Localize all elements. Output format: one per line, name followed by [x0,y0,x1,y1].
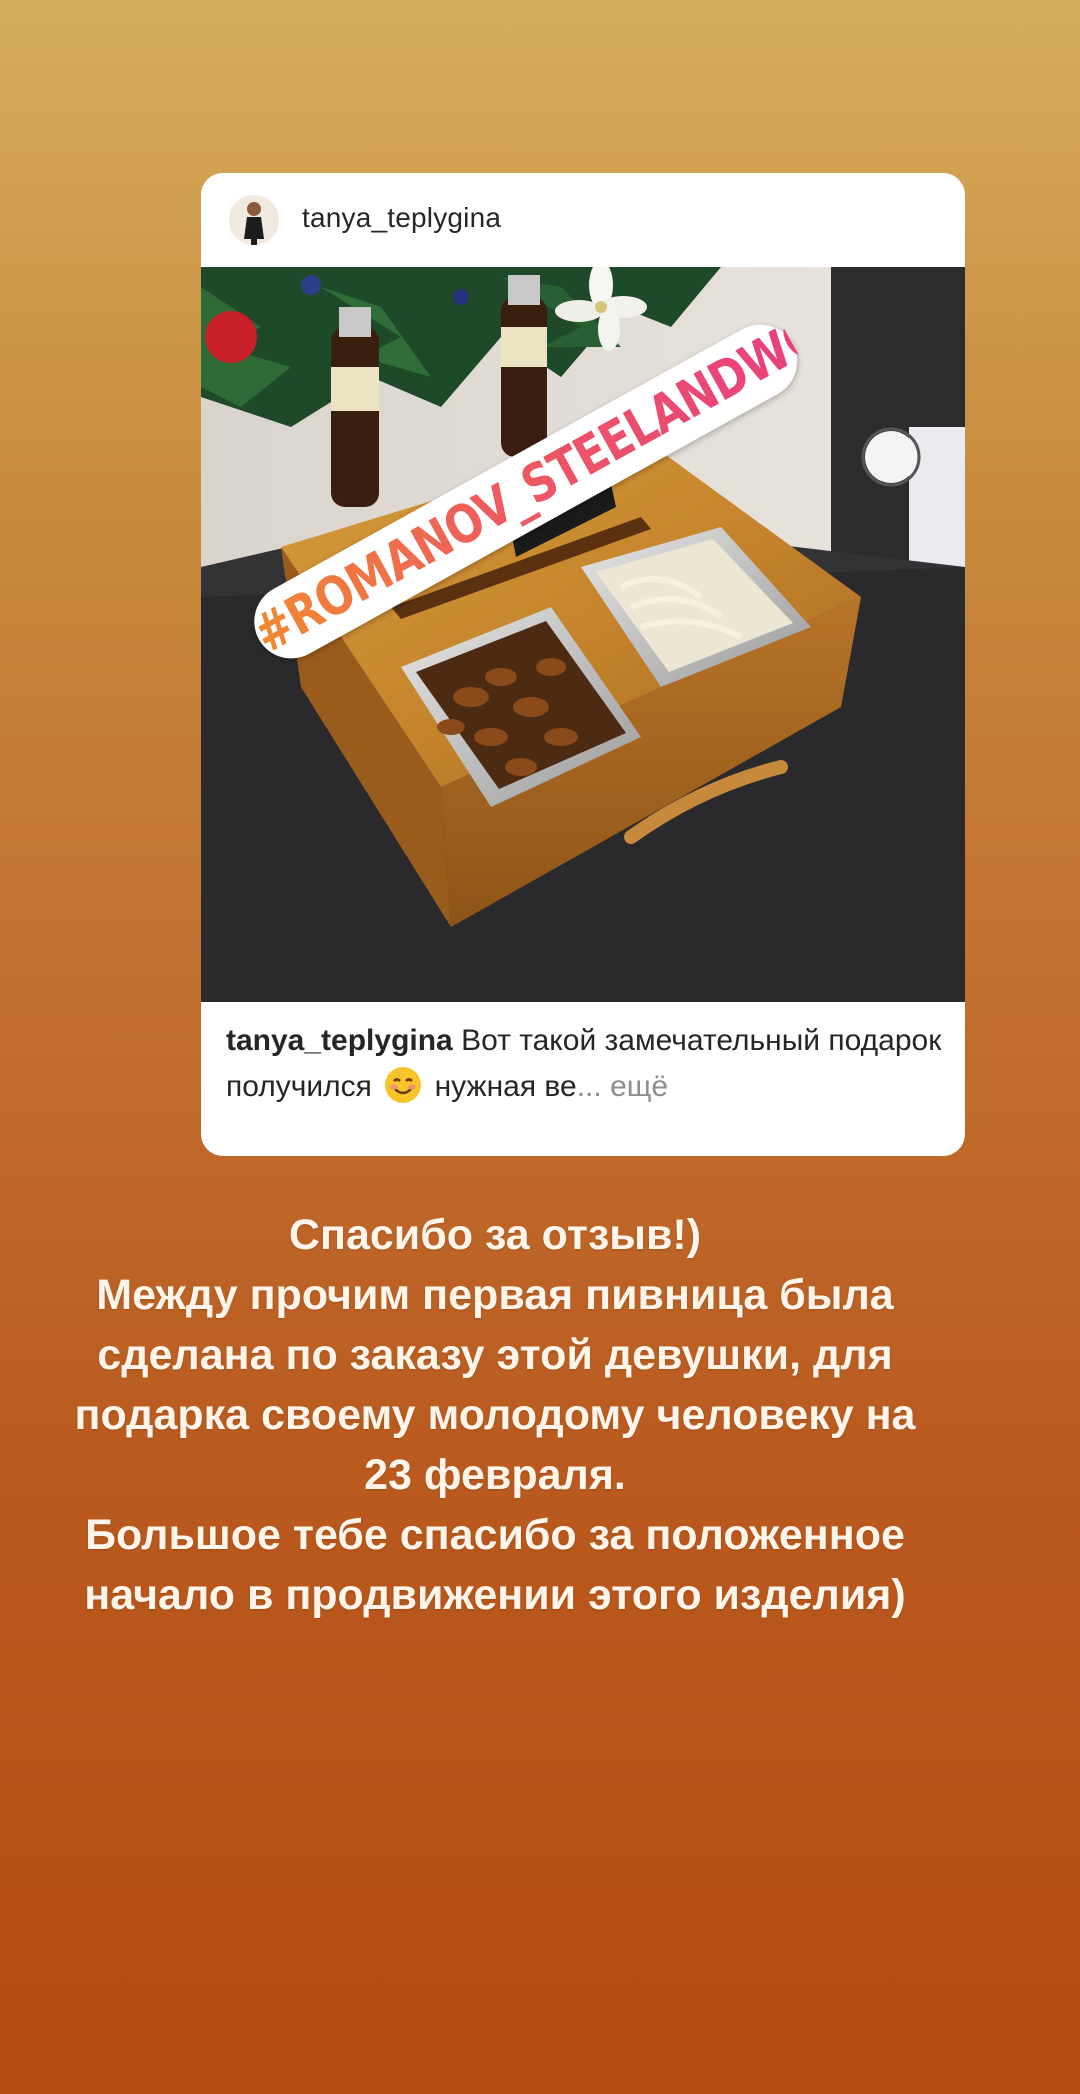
smiling-face-icon [384,1066,422,1104]
caption-username[interactable]: tanya_teplygina [226,1024,453,1057]
avatar[interactable] [229,195,279,245]
story-text: Спасибо за отзыв!) Между прочим первая п… [0,1205,990,1625]
post-username[interactable]: tanya_teplygina [302,202,501,234]
caption-ellipsis: ... [576,1070,602,1103]
story-line: начало в продвижении этого изделия) [84,1571,906,1619]
story-line: Между прочим первая пивница была [96,1271,894,1319]
post-caption: tanya_teplygina Вот такой замечательный … [226,1018,946,1110]
caption-text-2: нужная ве [434,1070,577,1103]
story-line: 23 февраля. [364,1451,626,1499]
shared-post-card[interactable]: tanya_teplygina #ROMANOV_STEELANDWOOD ta… [201,173,965,1156]
story-line: Большое тебе спасибо за положенное [85,1511,905,1559]
post-header: tanya_teplygina [201,173,965,267]
story-line: сделана по заказу этой девушки, для [97,1331,893,1379]
caption-more-link[interactable]: ещё [610,1070,668,1103]
story-line: подарка своему молодому человеку на [74,1391,916,1439]
story-line: Спасибо за отзыв!) [288,1211,702,1259]
post-photo[interactable]: #ROMANOV_STEELANDWOOD [201,267,965,1002]
